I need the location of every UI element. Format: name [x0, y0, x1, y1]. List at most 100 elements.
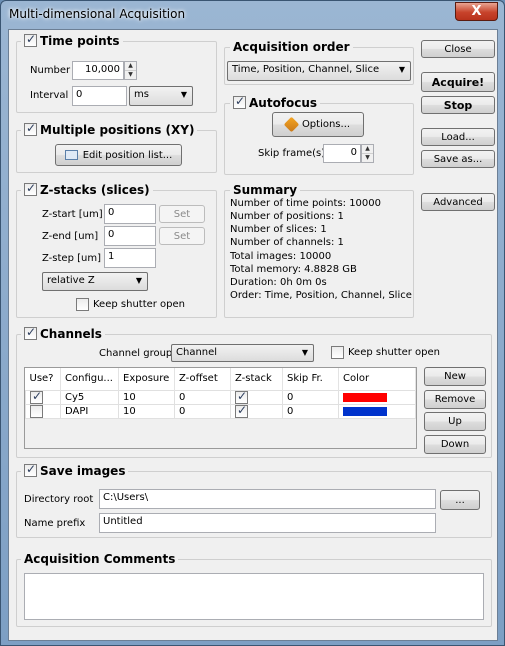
chevron-down-icon: ▼: [180, 90, 187, 99]
col-zoffset[interactable]: Z-offset: [174, 368, 231, 390]
summary-duration: Duration: 0h 0m 0s: [230, 277, 327, 288]
chevron-down-icon: ▼: [135, 276, 142, 285]
acquire-button[interactable]: Acquire!: [421, 72, 495, 92]
spin-up-icon[interactable]: ▲: [125, 62, 136, 71]
channel-color-cell[interactable]: [338, 389, 416, 405]
channel-skip-cell[interactable]: 0: [282, 389, 339, 405]
browse-directory-button[interactable]: ...: [440, 490, 480, 510]
name-prefix-field[interactable]: Untitled: [99, 513, 436, 533]
save-images-title: Save images: [40, 464, 126, 478]
z-mode-select[interactable]: relative Z ▼: [42, 272, 148, 291]
acquisition-order-select[interactable]: Time, Position, Channel, Slice ▼: [227, 61, 411, 81]
title-bar[interactable]: Multi-dimensional Acquisition X: [1, 1, 504, 28]
channel-zoffset-cell[interactable]: 0: [174, 389, 231, 405]
interval-unit-select[interactable]: ms ▼: [129, 86, 193, 106]
z-stacks-checkbox[interactable]: [24, 181, 37, 196]
channel-skip-cell[interactable]: 0: [282, 403, 339, 419]
dialog-body: Time points Number 10,000 ▲▼ Interval 0 …: [8, 29, 498, 641]
col-exposure[interactable]: Exposure: [118, 368, 175, 390]
z-step-field[interactable]: 1: [104, 248, 156, 268]
summary-title: Summary: [230, 183, 301, 197]
number-spinner[interactable]: ▲ ▼: [124, 61, 137, 80]
channel-use-cell[interactable]: [25, 403, 61, 419]
autofocus-options-button[interactable]: Options...: [272, 112, 364, 137]
channel-use-checkbox[interactable]: [30, 389, 43, 404]
channel-color-swatch[interactable]: [343, 406, 387, 416]
window: Multi-dimensional Acquisition X Time poi…: [0, 0, 505, 646]
summary-positions: Number of positions: 1: [230, 211, 344, 222]
channel-use-checkbox[interactable]: [30, 404, 43, 418]
number-label: Number: [30, 65, 71, 76]
channels-table: Use? Configu... Exposure Z-offset Z-stac…: [25, 368, 416, 419]
channels-header: Channels: [21, 325, 105, 341]
channels-checkbox[interactable]: [24, 325, 37, 340]
z-start-label: Z-start [um]: [42, 209, 103, 220]
channels-keep-shutter-checkbox[interactable]: [331, 346, 344, 359]
channel-use-cell[interactable]: [25, 389, 61, 405]
z-end-label: Z-end [um]: [42, 231, 99, 242]
autofocus-header: Autofocus: [230, 94, 321, 110]
col-zstack[interactable]: Z-stack: [230, 368, 283, 390]
channel-group-select[interactable]: Channel ▼: [171, 344, 314, 362]
z-start-set-button[interactable]: Set: [159, 205, 205, 223]
wrench-icon: [283, 116, 300, 133]
multiple-positions-checkbox[interactable]: [24, 121, 37, 136]
number-field[interactable]: 10,000: [72, 61, 124, 80]
edit-position-list-button[interactable]: Edit position list...: [55, 144, 182, 166]
stop-button[interactable]: Stop: [421, 96, 495, 114]
z-keep-shutter-checkbox[interactable]: [76, 298, 89, 311]
summary-channels: Number of channels: 1: [230, 237, 344, 248]
z-end-field[interactable]: 0: [104, 226, 156, 246]
channel-down-button[interactable]: Down: [424, 435, 486, 454]
col-use[interactable]: Use?: [25, 368, 61, 390]
spin-down-icon[interactable]: ▼: [125, 71, 136, 80]
col-color[interactable]: Color: [338, 368, 416, 390]
z-mode-value: relative Z: [47, 275, 95, 286]
advanced-button[interactable]: Advanced: [421, 193, 495, 211]
skip-frames-field[interactable]: 0: [323, 144, 361, 163]
interval-unit-value: ms: [134, 89, 149, 100]
autofocus-checkbox[interactable]: [233, 94, 246, 109]
channel-new-button[interactable]: New: [424, 367, 486, 386]
load-button[interactable]: Load...: [421, 128, 495, 146]
channel-config-cell[interactable]: Cy5: [60, 389, 119, 405]
channel-up-button[interactable]: Up: [424, 412, 486, 431]
chevron-down-icon: ▼: [398, 65, 405, 74]
z-end-set-button[interactable]: Set: [159, 227, 205, 245]
col-skip[interactable]: Skip Fr.: [282, 368, 339, 390]
channel-row[interactable]: DAPI 10 0 0: [25, 403, 416, 419]
acquisition-comments-textarea[interactable]: [24, 573, 484, 620]
channel-zstack-cell[interactable]: [230, 403, 283, 419]
channel-zstack-checkbox[interactable]: [235, 403, 248, 418]
save-images-checkbox[interactable]: [24, 462, 37, 477]
time-points-checkbox[interactable]: [24, 32, 37, 47]
skip-frames-spinner[interactable]: ▲ ▼: [361, 144, 374, 163]
channel-row[interactable]: Cy5 10 0 0: [25, 389, 416, 405]
col-config[interactable]: Configu...: [60, 368, 119, 390]
summary-order: Order: Time, Position, Channel, Slice: [230, 290, 412, 301]
channel-remove-button[interactable]: Remove: [424, 390, 486, 409]
channel-zoffset-cell[interactable]: 0: [174, 403, 231, 419]
directory-root-label: Directory root: [24, 494, 94, 505]
list-icon: [64, 150, 78, 160]
close-button[interactable]: Close: [421, 40, 495, 58]
interval-field[interactable]: 0: [72, 86, 127, 106]
channel-exposure-cell[interactable]: 10: [118, 389, 175, 405]
channel-color-cell[interactable]: [338, 403, 416, 419]
summary-total-memory: Total memory: 4.8828 GB: [230, 264, 357, 275]
autofocus-options-label: Options...: [301, 119, 351, 130]
z-start-field[interactable]: 0: [104, 204, 156, 224]
channel-color-swatch[interactable]: [343, 392, 387, 402]
channel-group-value: Channel: [176, 347, 218, 358]
save-as-button[interactable]: Save as...: [421, 150, 495, 168]
time-points-header: Time points: [21, 32, 123, 48]
directory-root-field[interactable]: C:\Users\: [99, 489, 436, 509]
channel-config-cell[interactable]: DAPI: [60, 403, 119, 419]
summary-time-points: Number of time points: 10000: [230, 198, 382, 209]
window-close-button[interactable]: X: [455, 2, 498, 21]
z-step-label: Z-step [um]: [42, 253, 101, 264]
z-keep-shutter-label: Keep shutter open: [93, 299, 186, 310]
spin-up-icon[interactable]: ▲: [362, 145, 373, 154]
channel-exposure-cell[interactable]: 10: [118, 403, 175, 419]
spin-down-icon[interactable]: ▼: [362, 154, 373, 163]
